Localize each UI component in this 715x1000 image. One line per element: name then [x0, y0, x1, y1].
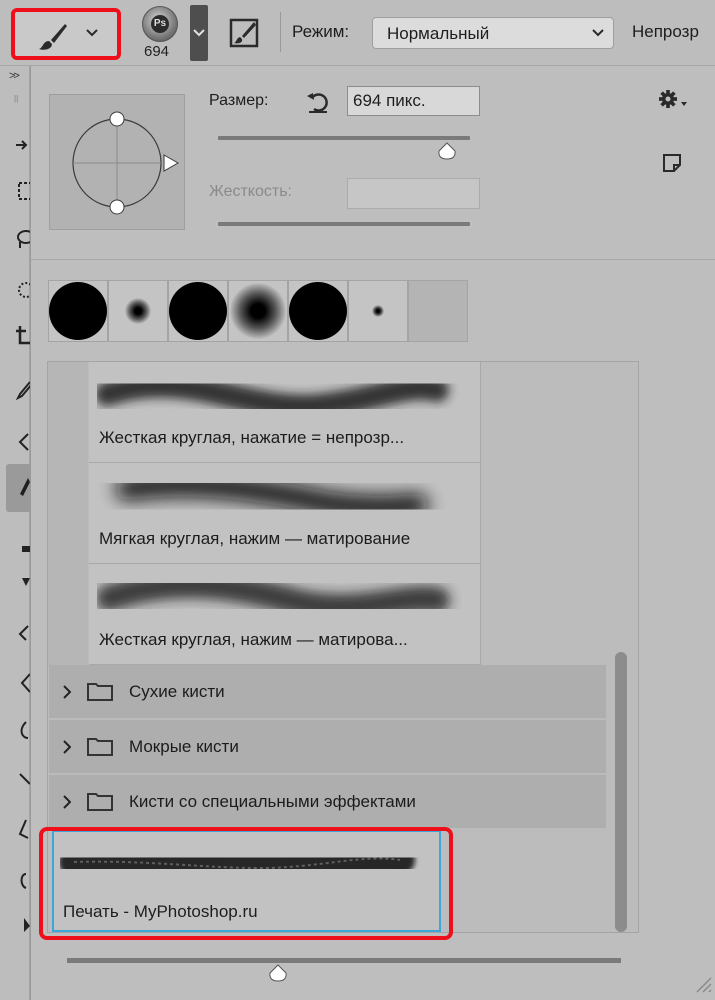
preview-size-slider-thumb[interactable] [268, 964, 288, 982]
chevron-down-icon [86, 29, 98, 37]
ps-badge: Ps [151, 15, 169, 33]
picker-divider [31, 259, 715, 260]
brush-preset-item[interactable]: Мягкая круглая, нажим — матирование [89, 463, 481, 564]
brush-group-label: Мокрые кисти [129, 737, 239, 756]
lasso-tool-icon[interactable] [16, 228, 30, 250]
blend-mode-select[interactable]: Нормальный [372, 17, 614, 49]
brush-tool-active[interactable] [6, 464, 30, 512]
brush-icon [20, 478, 30, 496]
brush-preset-thumbnail[interactable]: Ps [142, 6, 178, 42]
blend-mode-value: Нормальный [387, 24, 490, 43]
recent-brush-tip [125, 298, 151, 324]
eyedropper-tool-icon[interactable] [16, 378, 30, 400]
reset-icon[interactable] [305, 90, 331, 114]
size-label: Размер: [209, 92, 269, 109]
crop-tool-icon[interactable] [16, 326, 30, 348]
brush-preset-name: Мягкая круглая, нажим — матирование [99, 529, 411, 548]
recent-brush[interactable] [108, 280, 168, 342]
size-input[interactable] [348, 87, 479, 115]
brush-preset-item[interactable]: Жесткая круглая, нажим — матирова... [89, 564, 481, 665]
brush-group-dry[interactable]: Сухие кисти [49, 665, 606, 719]
chevron-right-icon [63, 795, 71, 809]
recent-brush[interactable] [168, 280, 228, 342]
toggle-brush-settings-button[interactable] [228, 16, 262, 50]
eraser-tool-icon[interactable] [16, 622, 30, 644]
brush-group-label: Сухие кисти [129, 682, 225, 701]
size-slider-track[interactable] [218, 136, 470, 140]
preview-size-slider-track[interactable] [67, 958, 621, 963]
expand-panel-icon[interactable]: >> [9, 70, 20, 82]
brush-preset-item[interactable]: Жесткая круглая, нажатие = непрозр... [89, 362, 481, 463]
recent-brushes-row [48, 280, 474, 342]
recent-brush[interactable] [348, 280, 408, 342]
move-tool-icon[interactable] [16, 134, 30, 156]
tools-panel: >> || [0, 66, 30, 1000]
toolbar-separator [280, 12, 281, 52]
brush-tip-diagram [72, 111, 180, 215]
hardness-label: Жесткость: [209, 183, 292, 200]
folder-icon [87, 793, 113, 811]
quick-selection-tool-icon[interactable] [16, 280, 30, 302]
dodge-tool-icon[interactable] [16, 772, 30, 794]
brush-tool-preset-button[interactable] [11, 8, 121, 60]
chevron-down-icon [592, 29, 604, 37]
brush-group-wet[interactable]: Мокрые кисти [49, 720, 606, 774]
brush-angle-roundness-widget[interactable] [49, 94, 185, 230]
healing-tool-icon[interactable] [16, 430, 30, 452]
recent-brush-tip [169, 282, 227, 340]
chevron-right-icon [63, 685, 71, 699]
folder-icon [87, 683, 113, 701]
recent-brush[interactable] [48, 280, 108, 342]
brush-icon [39, 24, 67, 50]
list-indent-gutter [48, 362, 88, 665]
recent-brush-tip [49, 282, 107, 340]
recent-brush[interactable] [228, 280, 288, 342]
hardness-field[interactable] [347, 178, 480, 209]
new-preset-icon[interactable] [661, 152, 683, 174]
brush-preset-name: Жесткая круглая, нажим — матирова... [99, 630, 408, 649]
brush-group-label: Кисти со специальными эффектами [129, 792, 416, 811]
brush-settings-panel-icon [229, 18, 259, 48]
brush-preset-dropdown[interactable] [190, 5, 208, 61]
custom-brush-highlight [39, 827, 453, 940]
folder-icon [87, 738, 113, 756]
brush-group-special-effects[interactable]: Кисти со специальными эффектами [49, 775, 606, 829]
brush-size-readout: 694 [144, 43, 170, 60]
chevron-down-icon [193, 29, 205, 37]
gradient-tool-icon[interactable] [16, 672, 30, 694]
resize-grip-icon[interactable] [691, 972, 713, 994]
brush-stroke-preview [97, 572, 450, 620]
recent-brush[interactable] [288, 280, 348, 342]
recent-brush-tip [372, 305, 384, 317]
mode-label: Режим: [292, 22, 350, 41]
recent-brush-empty-slot [408, 280, 468, 342]
hardness-slider-track[interactable] [218, 222, 470, 226]
panel-grip-icon[interactable]: || [14, 94, 18, 103]
gear-icon[interactable] [657, 88, 689, 110]
chevron-right-icon [63, 740, 71, 754]
marquee-tool-icon[interactable] [16, 180, 30, 202]
type-tool-icon[interactable] [16, 870, 30, 892]
size-slider-thumb[interactable] [437, 142, 457, 160]
history-brush-tool-icon[interactable] [16, 576, 30, 598]
recent-brush-tip [230, 283, 286, 339]
path-selection-tool-icon[interactable] [16, 912, 30, 934]
brush-stroke-preview [97, 373, 449, 419]
options-bar: Ps 694 Режим: Нормальный Непрозр [0, 0, 715, 66]
pen-tool-icon[interactable] [16, 818, 30, 840]
stamp-tool-icon[interactable] [16, 536, 30, 558]
brush-preset-name: Жесткая круглая, нажатие = непрозр... [99, 428, 405, 447]
list-scrollbar[interactable] [615, 652, 627, 932]
blur-tool-icon[interactable] [16, 720, 30, 742]
recent-brush-tip [289, 282, 347, 340]
brush-stroke-preview [116, 474, 428, 518]
size-field[interactable] [347, 86, 480, 116]
opacity-label: Непрозр [632, 22, 699, 41]
